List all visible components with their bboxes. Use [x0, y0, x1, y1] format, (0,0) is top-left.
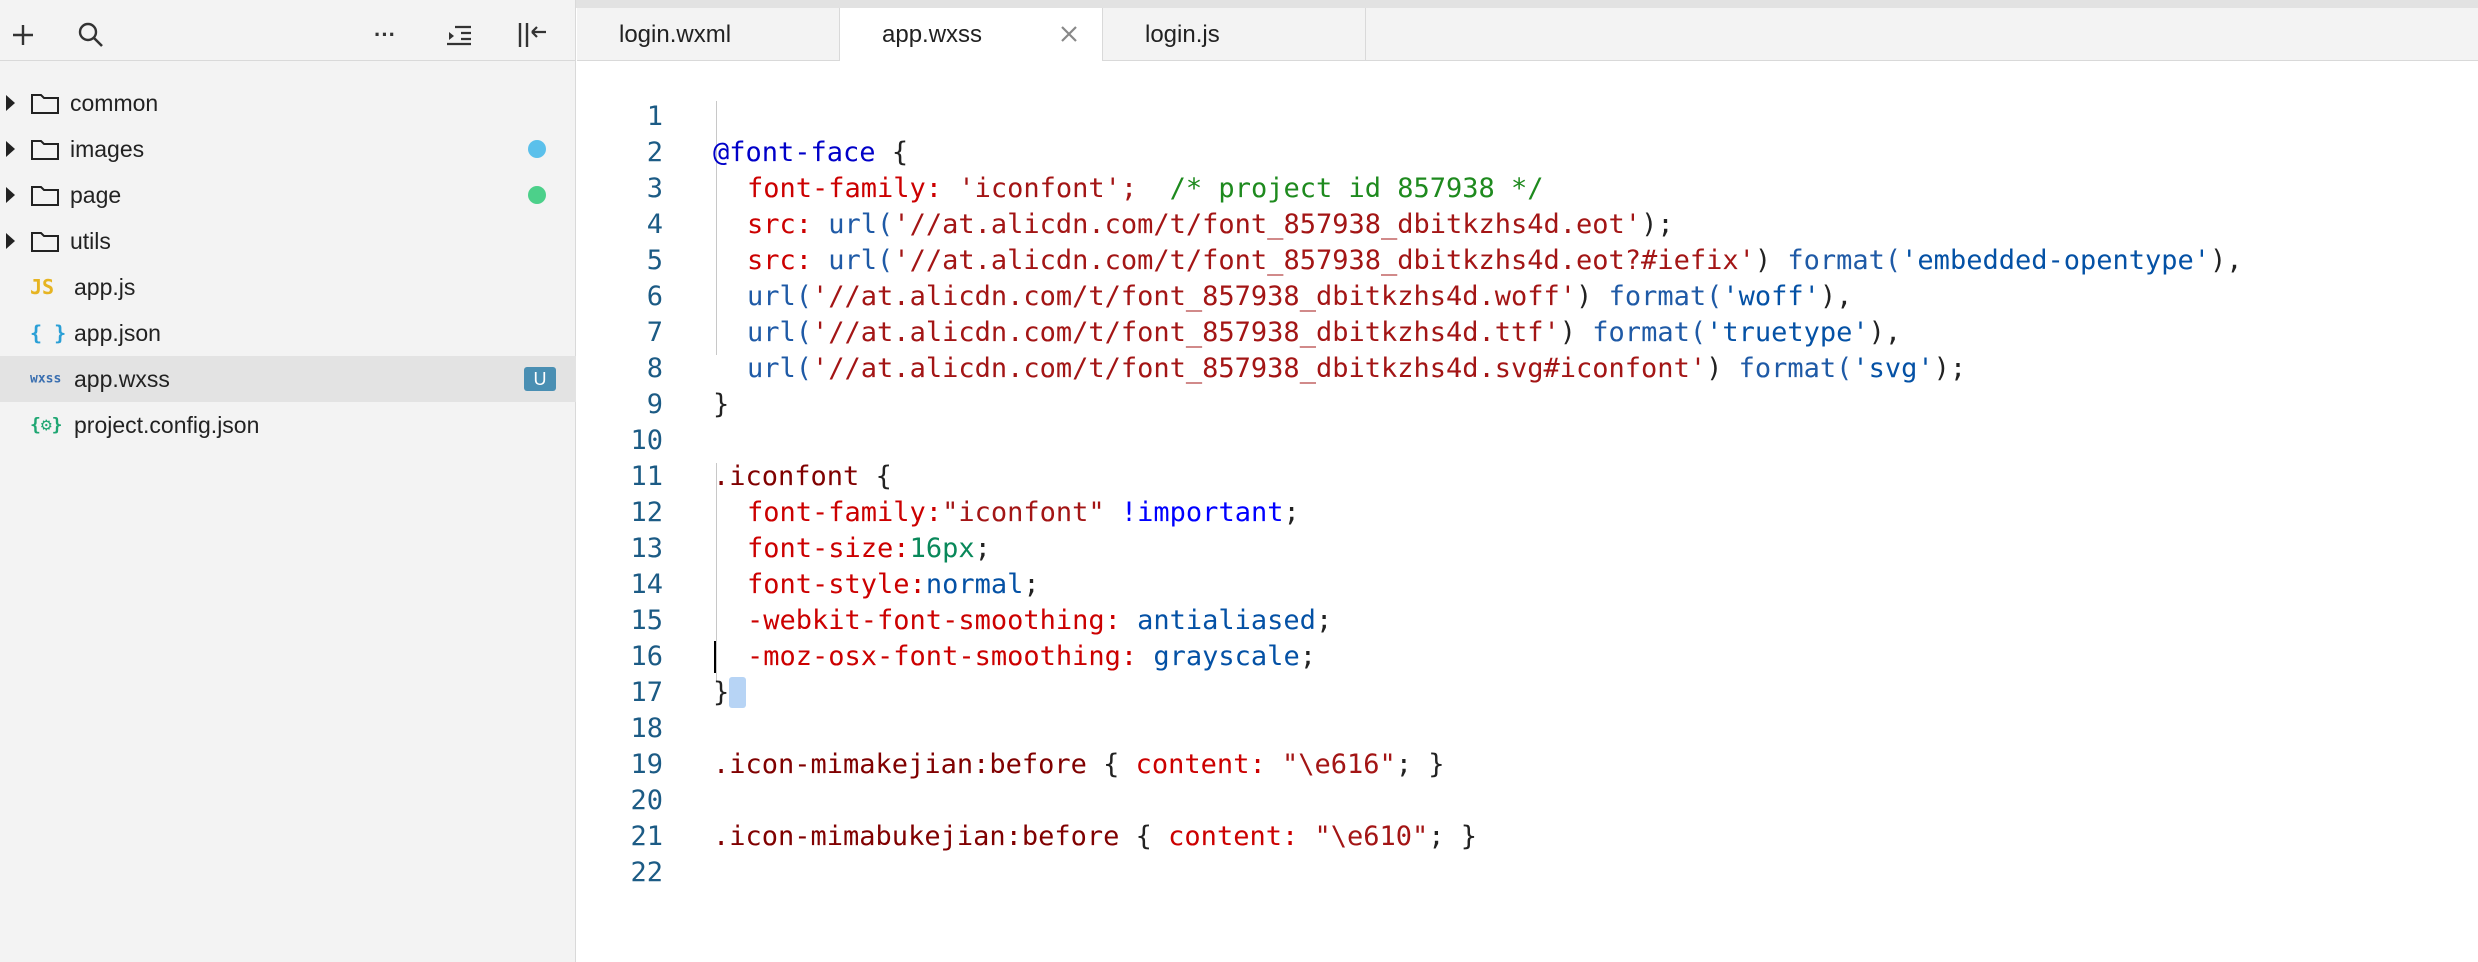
outdent-icon[interactable] — [442, 18, 476, 52]
js-file-icon: JS — [30, 275, 55, 299]
collapse-sidebar-icon[interactable] — [516, 18, 550, 52]
line-number: 22 — [630, 857, 663, 888]
add-icon[interactable] — [6, 18, 40, 52]
more-icon[interactable]: ··· — [368, 18, 402, 52]
file-tree: common images page utils JS app.js {} a… — [0, 80, 576, 448]
tab-label: login.js — [1145, 21, 1220, 48]
untracked-badge: U — [524, 367, 556, 391]
folder-icon — [31, 94, 59, 114]
modified-status-dot — [528, 140, 546, 158]
tab-login-js[interactable]: login.js — [1103, 8, 1366, 61]
tree-item-label: app.js — [74, 273, 136, 300]
code-line-6: 6 url('//at.alicdn.com/t/font_857938_dbi… — [577, 243, 2478, 348]
json-file-icon: { } — [30, 321, 67, 345]
code-line-16: 16 } — [577, 603, 2478, 708]
folder-icon — [31, 186, 59, 206]
code-line-3: 3 src: url('//at.alicdn.com/t/font_85793… — [577, 135, 2478, 240]
code-line-22: 22 — [577, 819, 2478, 888]
code-line-21: 21 — [577, 783, 2478, 852]
tree-item-label: app.wxss — [74, 365, 170, 392]
tree-folder-page[interactable]: page — [0, 172, 576, 218]
tree-item-label: images — [70, 135, 145, 162]
wxss-file-icon: wxss — [30, 371, 62, 387]
config-file-icon: {⚙} — [30, 414, 63, 436]
tree-item-label: project.config.json — [74, 411, 260, 438]
tree-item-label: utils — [70, 227, 111, 254]
expand-caret-icon[interactable] — [6, 233, 15, 249]
folder-icon — [31, 232, 59, 252]
added-status-dot — [528, 186, 546, 204]
file-explorer-sidebar: ··· common images page utils JS app.js {… — [0, 0, 576, 962]
close-icon[interactable] — [1056, 21, 1082, 47]
more-label: ··· — [374, 22, 396, 47]
code-line-11: 11 font-family:"iconfont" !important; — [577, 423, 2478, 528]
editor-tab-bar: login.wxml app.wxss login.js — [577, 8, 2478, 62]
expand-caret-icon[interactable] — [6, 141, 15, 157]
code-line-5: 5 url('//at.alicdn.com/t/font_857938_dbi… — [577, 207, 2478, 312]
code-line-15: 15 -moz-osx-font-smoothing: grayscale; — [577, 567, 2478, 672]
code-line-4: 4 src: url('//at.alicdn.com/t/font_85793… — [577, 171, 2478, 276]
code-line-12: 12 font-size:16px; — [577, 459, 2478, 564]
tree-folder-common[interactable]: common — [0, 80, 576, 126]
expand-caret-icon[interactable] — [6, 95, 15, 111]
folder-icon — [31, 140, 59, 160]
code-line-9: 9 — [577, 351, 2478, 420]
code-line-18: 18 .icon-mimakejian:before { content: "\… — [577, 675, 2478, 780]
tab-app-wxss[interactable]: app.wxss — [840, 8, 1103, 62]
tree-file-app-json[interactable]: { } app.json — [0, 310, 576, 356]
code-line-2: 2 font-family: 'iconfont'; /* project id… — [577, 99, 2478, 204]
tree-file-app-js[interactable]: JS app.js — [0, 264, 576, 310]
tab-login-wxml[interactable]: login.wxml — [577, 8, 840, 61]
code-line-10: 10 .iconfont { — [577, 387, 2478, 492]
text-cursor — [714, 641, 716, 673]
expand-caret-icon[interactable] — [6, 187, 15, 203]
code-line-7: 7 url('//at.alicdn.com/t/font_857938_dbi… — [577, 279, 2478, 384]
tab-label: login.wxml — [619, 21, 732, 48]
tree-item-label: common — [70, 89, 159, 116]
tree-folder-utils[interactable]: utils — [0, 218, 576, 264]
code-line-1: 1 @font-face { — [577, 63, 2478, 168]
explorer-toolbar: ··· — [0, 8, 576, 61]
code-line-14: 14 -webkit-font-smoothing: antialiased; — [577, 531, 2478, 636]
code-line-20: 20 .icon-mimabukejian:before { content: … — [577, 747, 2478, 852]
code-editor[interactable]: 1 @font-face { 2 font-family: 'iconfont'… — [577, 61, 2478, 962]
code-line-17: 17 — [577, 639, 2478, 708]
tree-item-label: app.json — [74, 319, 161, 346]
code-line-8: 8 } — [577, 315, 2478, 420]
tree-file-project-config[interactable]: {⚙} project.config.json — [0, 402, 576, 448]
tab-label: app.wxss — [882, 21, 983, 48]
code-line-19: 19 — [577, 711, 2478, 780]
tree-item-label: page — [70, 181, 122, 208]
tree-file-app-wxss[interactable]: wxss app.wxss U — [0, 356, 576, 402]
search-icon[interactable] — [74, 18, 108, 52]
tree-folder-images[interactable]: images — [0, 126, 576, 172]
code-line-13: 13 font-style:normal; — [577, 495, 2478, 600]
